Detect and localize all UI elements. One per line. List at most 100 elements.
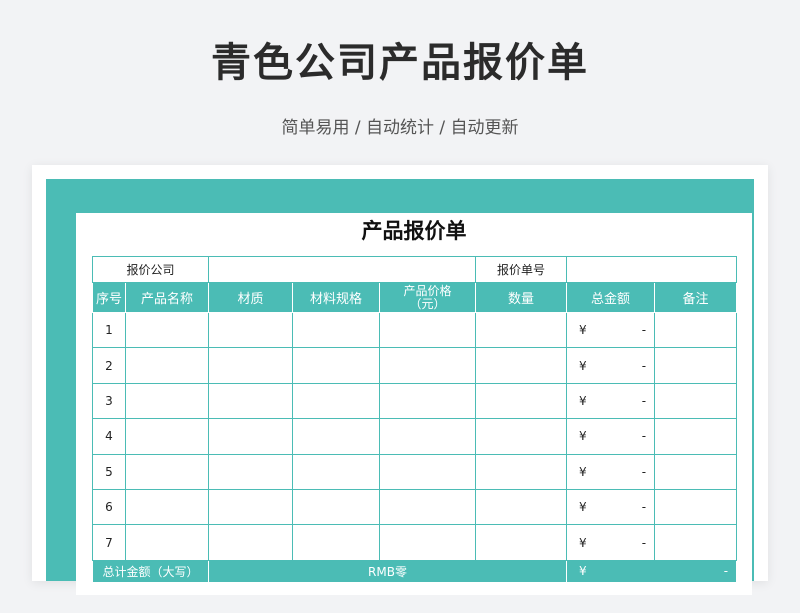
sheet-frame: 产品报价单 报价公司 报价单号 序号 产品名称 材质 材料规格 产品价格 （元）…: [46, 179, 754, 595]
table-cell-spec[interactable]: [292, 311, 381, 349]
total-row: 总计金额（大写） RMB零 ¥ -: [91, 559, 738, 583]
currency-symbol: ¥: [579, 535, 587, 550]
header-cell: 材质: [208, 282, 294, 313]
table-cell-material[interactable]: [208, 488, 294, 526]
table-cell-amount: ¥ -: [566, 418, 656, 455]
table-cell-amount: ¥ -: [566, 488, 656, 526]
amount-value: -: [641, 500, 647, 515]
table-cell-amount: ¥ -: [566, 453, 656, 490]
currency-symbol: ¥: [579, 429, 587, 444]
table-row: 4 ¥ -: [92, 418, 738, 455]
total-amount: ¥ -: [566, 559, 738, 583]
table-cell-note[interactable]: [654, 524, 738, 561]
currency-symbol: ¥: [579, 564, 587, 579]
header-cell: 产品名称: [124, 282, 210, 313]
table-cell-price[interactable]: [379, 488, 477, 526]
currency-symbol: ¥: [579, 358, 587, 373]
amount-value: -: [641, 464, 647, 479]
table-cell-note[interactable]: [654, 382, 738, 420]
table-cell-name[interactable]: [124, 418, 210, 455]
row-number: 2: [92, 347, 126, 384]
table-cell-note[interactable]: [654, 418, 738, 455]
row-number: 5: [92, 453, 126, 490]
table-cell-material[interactable]: [208, 382, 294, 420]
header-cell: 材料规格: [292, 282, 381, 313]
table-cell-material[interactable]: [208, 418, 294, 455]
total-in-words: RMB零: [208, 559, 568, 583]
row-number: 6: [92, 488, 126, 526]
quote-sheet: 产品报价单 报价公司 报价单号 序号 产品名称 材质 材料规格 产品价格 （元）…: [76, 213, 752, 595]
currency-symbol: ¥: [579, 323, 587, 338]
table-cell-qty[interactable]: [475, 418, 568, 455]
table-cell-qty[interactable]: [475, 347, 568, 384]
amount-value: -: [641, 393, 647, 408]
table-cell-name[interactable]: [124, 524, 210, 561]
table-cell-qty[interactable]: [475, 311, 568, 349]
quote-table: 报价公司 报价单号 序号 产品名称 材质 材料规格 产品价格 （元） 数量 总金…: [91, 256, 738, 583]
table-cell-name[interactable]: [124, 488, 210, 526]
amount-value: -: [641, 535, 647, 550]
row-number: 7: [92, 524, 126, 561]
currency-symbol: ¥: [579, 393, 587, 408]
quote-number-field[interactable]: [566, 256, 738, 283]
company-field[interactable]: [208, 256, 477, 283]
table-row: 2 ¥ -: [92, 347, 738, 384]
table-cell-qty[interactable]: [475, 524, 568, 561]
table-cell-note[interactable]: [654, 453, 738, 490]
currency-symbol: ¥: [579, 464, 587, 479]
page-subtitle: 简单易用 / 自动统计 / 自动更新: [281, 118, 519, 138]
table-cell-spec[interactable]: [292, 453, 381, 490]
header-cell: 序号: [92, 282, 126, 313]
header-cell: 数量: [475, 282, 568, 313]
currency-symbol: ¥: [579, 500, 587, 515]
header-cell: 产品价格 （元）: [379, 282, 477, 313]
table-cell-spec[interactable]: [292, 418, 381, 455]
company-label: 报价公司: [91, 256, 210, 283]
table-cell-qty[interactable]: [475, 488, 568, 526]
table-cell-amount: ¥ -: [566, 311, 656, 349]
quote-card: 产品报价单 报价公司 报价单号 序号 产品名称 材质 材料规格 产品价格 （元）…: [32, 165, 768, 595]
table-cell-note[interactable]: [654, 347, 738, 384]
table-cell-price[interactable]: [379, 524, 477, 561]
table-cell-price[interactable]: [379, 347, 477, 384]
table-cell-name[interactable]: [124, 347, 210, 384]
row-number: 4: [92, 418, 126, 455]
table-cell-name[interactable]: [124, 453, 210, 490]
table-cell-spec[interactable]: [292, 347, 381, 384]
header-row: 序号 产品名称 材质 材料规格 产品价格 （元） 数量 总金额 备注: [92, 282, 738, 313]
quote-number-label: 报价单号: [475, 256, 568, 283]
info-row: 报价公司 报价单号: [91, 256, 738, 283]
table-cell-material[interactable]: [208, 453, 294, 490]
amount-value: -: [641, 323, 647, 338]
table-cell-price[interactable]: [379, 311, 477, 349]
total-label: 总计金额（大写）: [91, 559, 210, 583]
table-cell-qty[interactable]: [475, 453, 568, 490]
row-number: 1: [92, 311, 126, 349]
table-cell-material[interactable]: [208, 347, 294, 384]
page-title: 青色公司产品报价单: [211, 40, 589, 86]
table-cell-price[interactable]: [379, 418, 477, 455]
table-cell-qty[interactable]: [475, 382, 568, 420]
table-cell-note[interactable]: [654, 488, 738, 526]
table-cell-spec[interactable]: [292, 488, 381, 526]
table-row: 1 ¥ -: [92, 311, 738, 349]
amount-value: -: [641, 358, 647, 373]
header-cell: 备注: [654, 282, 738, 313]
table-cell-material[interactable]: [208, 311, 294, 349]
row-number: 3: [92, 382, 126, 420]
table-row: 5 ¥ -: [92, 453, 738, 490]
table-cell-amount: ¥ -: [566, 524, 656, 561]
table-cell-note[interactable]: [654, 311, 738, 349]
header-cell: 总金额: [566, 282, 656, 313]
table-cell-price[interactable]: [379, 453, 477, 490]
table-cell-spec[interactable]: [292, 382, 381, 420]
table-cell-name[interactable]: [124, 311, 210, 349]
table-cell-spec[interactable]: [292, 524, 381, 561]
sheet-title: 产品报价单: [361, 219, 467, 243]
table-cell-amount: ¥ -: [566, 347, 656, 384]
table-cell-price[interactable]: [379, 382, 477, 420]
table-cell-name[interactable]: [124, 382, 210, 420]
table-cell-material[interactable]: [208, 524, 294, 561]
table-row: 7 ¥ -: [92, 524, 738, 561]
table-row: 3 ¥ -: [92, 382, 738, 420]
